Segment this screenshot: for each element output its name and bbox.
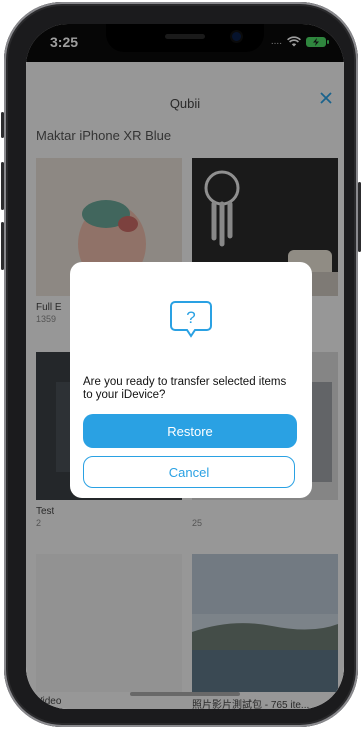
restore-dialog: ? Are you ready to transfer selected ite… xyxy=(70,262,312,498)
volume-up-button xyxy=(1,162,4,210)
cancel-button[interactable]: Cancel xyxy=(83,456,295,488)
dialog-message: Are you ready to transfer selected items… xyxy=(83,376,287,401)
phone-frame: 3:25 .... Qubii Maktar iPhone XR Blue Fu… xyxy=(1,2,361,727)
power-button xyxy=(358,182,361,252)
restore-button[interactable]: Restore xyxy=(83,414,297,448)
question-bubble-icon: ? xyxy=(170,301,212,338)
phone-screen: 3:25 .... Qubii Maktar iPhone XR Blue Fu… xyxy=(26,24,344,709)
svg-text:?: ? xyxy=(186,308,195,327)
volume-down-button xyxy=(1,222,4,270)
mute-switch xyxy=(1,112,4,138)
home-indicator xyxy=(130,692,240,696)
